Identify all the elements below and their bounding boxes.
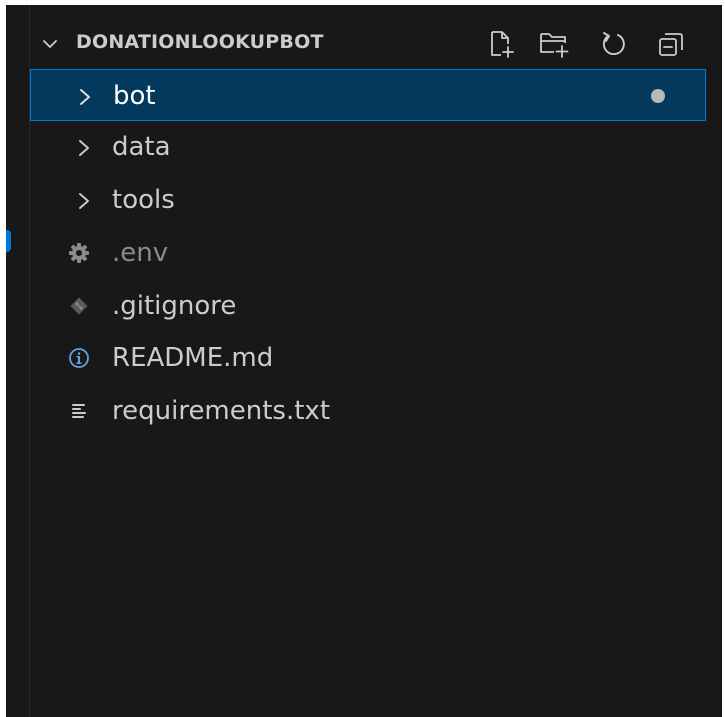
- new-folder-button[interactable]: [537, 27, 571, 61]
- git-icon: [68, 295, 90, 317]
- tree-item-label: requirements.txt: [112, 396, 331, 426]
- chevron-right-icon[interactable]: [77, 138, 91, 158]
- chevron-right-icon[interactable]: [77, 191, 91, 211]
- active-indicator: [6, 230, 11, 252]
- modified-dot-indicator: [651, 89, 665, 103]
- tree-item-env[interactable]: .env: [30, 227, 706, 279]
- tree-item-gitignore[interactable]: .gitignore: [30, 280, 706, 332]
- explorer-panel: DONATIONLOOKUPBOT bot data tools .env .g…: [30, 5, 722, 717]
- tree-item-label: bot: [113, 81, 156, 111]
- explorer-section-header[interactable]: DONATIONLOOKUPBOT: [30, 21, 706, 65]
- refresh-icon: [602, 32, 625, 56]
- refresh-button[interactable]: [597, 27, 631, 61]
- tree-item-label: .env: [112, 238, 169, 268]
- collapse-all-button[interactable]: [654, 27, 688, 61]
- tree-item-label: .gitignore: [112, 291, 237, 321]
- chevron-right-icon[interactable]: [78, 87, 92, 107]
- tree-item-requirements[interactable]: requirements.txt: [30, 385, 706, 437]
- gear-icon: [68, 242, 90, 264]
- new-file-icon: [491, 31, 514, 58]
- tree-item-label: tools: [112, 185, 175, 215]
- tree-item-bot[interactable]: bot: [30, 69, 706, 121]
- tree-item-tools[interactable]: tools: [30, 174, 706, 226]
- new-folder-icon: [540, 33, 569, 58]
- collapse-all-icon: [659, 33, 683, 56]
- new-file-button[interactable]: [485, 27, 519, 61]
- info-icon: [68, 347, 90, 369]
- workspace-title[interactable]: DONATIONLOOKUPBOT: [76, 31, 324, 53]
- tree-item-label: data: [112, 132, 171, 162]
- chevron-down-icon[interactable]: [42, 36, 58, 52]
- tree-item-readme[interactable]: README.md: [30, 332, 706, 384]
- activity-gutter: [6, 5, 30, 717]
- tree-item-data[interactable]: data: [30, 121, 706, 173]
- text-lines-icon: [68, 400, 90, 422]
- tree-item-label: README.md: [112, 343, 274, 373]
